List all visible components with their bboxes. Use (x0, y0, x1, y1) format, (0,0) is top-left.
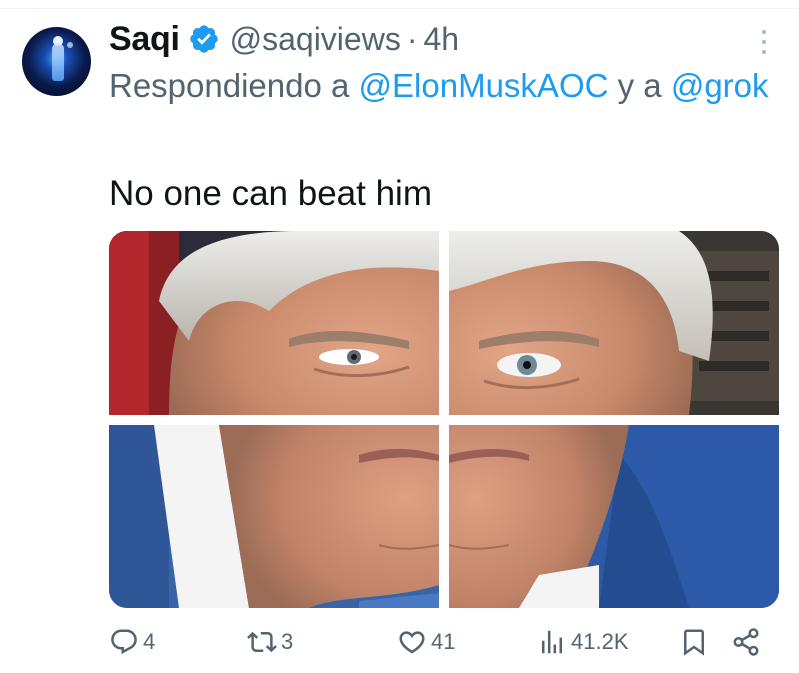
mention-grok[interactable]: @grok (671, 67, 769, 104)
more-vertical-icon[interactable] (757, 30, 771, 54)
tweet-text: No one can beat him (109, 174, 432, 213)
media-tile-bottom-left[interactable] (109, 425, 439, 608)
bookmark-icon (679, 627, 709, 657)
retweet-button[interactable]: 3 (247, 622, 293, 662)
like-button[interactable]: 41 (397, 622, 455, 662)
reply-prefix: Respondiendo a (109, 67, 350, 104)
reply-button[interactable]: 4 (109, 622, 155, 662)
tweet-actions: 4 3 41 41.2K (109, 622, 779, 662)
views-chart-icon (537, 627, 567, 657)
timestamp[interactable]: 4h (423, 21, 459, 58)
share-button[interactable] (731, 622, 761, 662)
media-tile-top-left[interactable] (109, 231, 439, 415)
views-count: 41.2K (571, 629, 629, 654)
verified-badge-icon[interactable] (188, 23, 220, 55)
like-count: 41 (431, 629, 456, 654)
mention-elonmuskaoc[interactable]: @ElonMuskAOC (359, 67, 609, 104)
avatar[interactable] (22, 27, 91, 96)
reply-icon (109, 627, 139, 657)
share-icon (731, 627, 761, 657)
heart-icon (397, 627, 427, 657)
reply-conjunction: y a (617, 67, 662, 104)
replying-to: Respondiendo a @ElonMuskAOC y a @grok (109, 62, 789, 110)
avatar-figure-body (52, 43, 64, 81)
views-button[interactable]: 41.2K (537, 622, 629, 662)
avatar-spark (67, 42, 73, 48)
separator-dot: · (406, 20, 418, 57)
user-handle[interactable]: @saqiviews (230, 21, 401, 58)
tweet-media[interactable] (109, 231, 779, 608)
top-divider (0, 8, 799, 9)
retweet-count: 3 (281, 629, 294, 654)
media-tile-bottom-right[interactable] (449, 425, 779, 608)
media-tile-top-right[interactable] (449, 231, 779, 415)
retweet-icon (247, 627, 277, 657)
display-name[interactable]: Saqi (109, 20, 180, 59)
tweet-header: Saqi @saqiviews · 4h (109, 17, 459, 61)
reply-count: 4 (143, 629, 156, 654)
bookmark-button[interactable] (679, 622, 709, 662)
